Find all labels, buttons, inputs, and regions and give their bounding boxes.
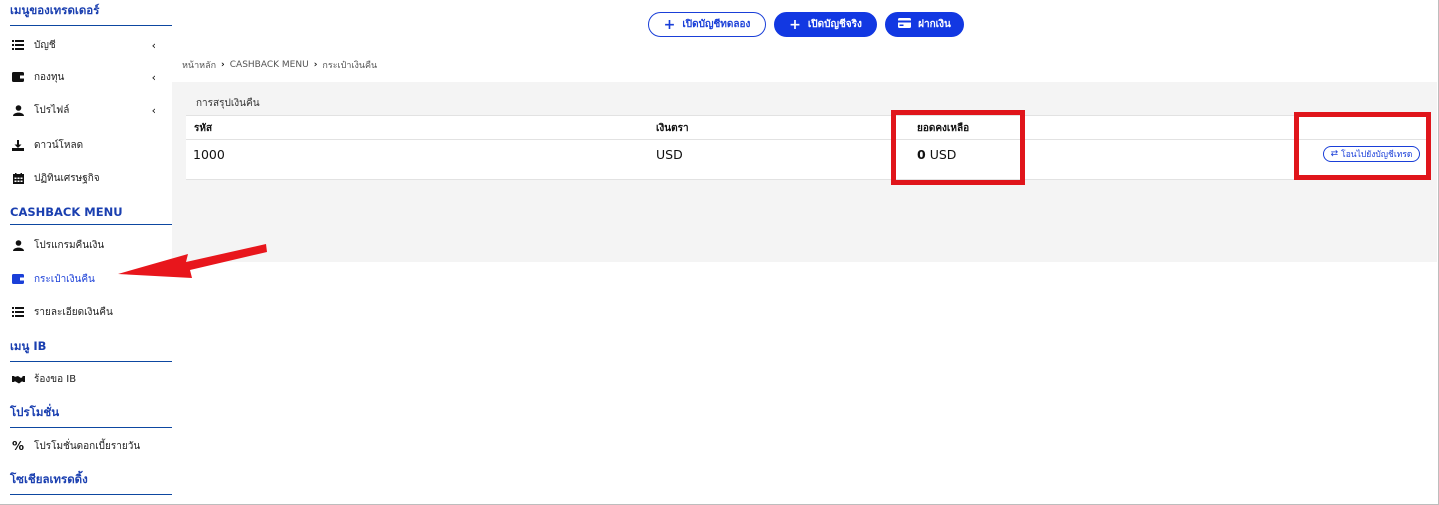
column-header-currency: เงินตรา [656,123,689,134]
sidebar-item-label: รายละเอียดเงินคืน [34,306,113,318]
annotation-highlight-balance [891,110,1025,185]
annotation-arrow [118,244,267,278]
list-icon [11,307,25,317]
sidebar-item-cashback-details[interactable]: รายละเอียดเงินคืน [0,299,172,325]
sidebar-item-label: ร้องขอ IB [34,373,77,385]
credit-card-icon [898,18,912,31]
chevron-right-icon: › [313,60,318,70]
table-divider [186,179,1428,180]
table-divider [186,115,1428,116]
ib-menu-heading: เมนู IB [10,338,172,362]
sidebar-item-request-ib[interactable]: ร้องขอ IB [0,366,172,392]
deposit-button[interactable]: ฝากเงิน [885,12,964,37]
sidebar-item-daily-interest-promo[interactable]: % โปรโมชั่นดอกเบี้ยรายวัน [0,433,172,459]
handshake-icon [11,375,25,384]
table-divider [186,139,1428,140]
breadcrumb-current: กระเป๋าเงินคืน [322,61,378,71]
arrow-shape [118,244,267,278]
cell-currency: USD [656,147,683,162]
open-demo-account-button[interactable]: + เปิดบัญชีทดลอง [648,12,766,37]
open-real-account-button[interactable]: + เปิดบัญชีจริง [774,12,877,37]
open-real-account-label: เปิดบัญชีจริง [807,19,862,30]
deposit-label: ฝากเงิน [918,19,951,30]
plus-icon: + [789,16,801,33]
social-trading-heading[interactable]: โซเชียลเทรดดิ้ง [10,471,172,495]
promotion-heading: โปรโมชั่น [10,404,172,428]
annotation-highlight-transfer [1294,112,1431,180]
percent-icon: % [11,439,25,453]
cashback-summary-table [186,115,1428,179]
open-demo-account-label: เปิดบัญชีทดลอง [682,19,751,30]
sidebar-item-label: โปรโมชั่นดอกเบี้ยรายวัน [34,440,141,452]
plus-icon: + [663,16,676,33]
